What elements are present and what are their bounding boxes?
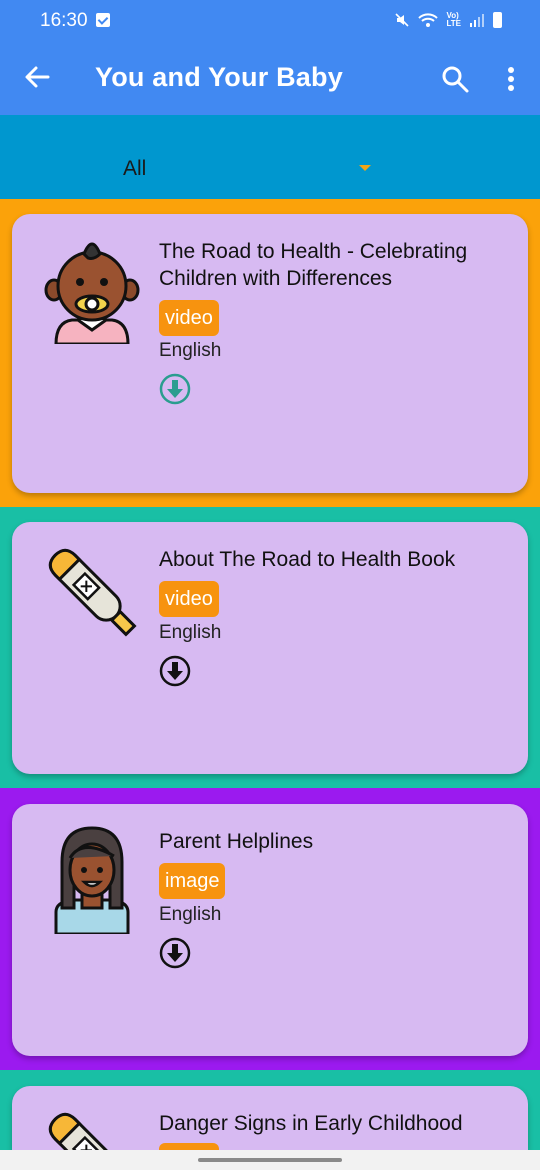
category-dropdown[interactable]: All [123, 157, 146, 181]
lte-bottom: LTE [446, 19, 461, 28]
battery-icon [493, 12, 502, 28]
notification-check-icon [96, 13, 110, 27]
language-label: English [159, 340, 222, 361]
language-label: English [159, 622, 222, 643]
content-card[interactable]: Parent Helplines image English [12, 804, 528, 1056]
system-nav-bar [0, 1150, 540, 1170]
thermometer-icon [48, 548, 137, 637]
content-card[interactable]: Danger Signs in Early Childhood video [12, 1086, 528, 1150]
filter-bar: All [0, 115, 540, 199]
back-arrow-icon[interactable] [22, 62, 52, 92]
download-icon[interactable] [159, 655, 191, 687]
lte-indicator: Vo) LTE [446, 12, 461, 28]
search-icon[interactable] [440, 64, 470, 94]
parent-avatar-icon [54, 826, 130, 934]
card-title: About The Road to Health Book [159, 548, 456, 571]
wifi-icon [418, 13, 439, 27]
type-badge: video [159, 1143, 219, 1150]
system-icons: Vo) LTE [394, 12, 502, 28]
app-bar: You and Your Baby [0, 42, 540, 115]
signal-icon [470, 14, 484, 27]
card-title: The Road to Health - Celebrating Childre… [159, 240, 468, 290]
content-card[interactable]: About The Road to Health Book video Engl… [12, 522, 528, 774]
download-icon[interactable] [159, 937, 191, 969]
baby-avatar-icon [44, 242, 140, 344]
card-title: Danger Signs in Early Childhood [159, 1112, 463, 1135]
download-icon[interactable] [159, 373, 191, 405]
status-bar: 16:30 Vo) LTE [0, 0, 540, 42]
language-label: English [159, 904, 222, 925]
dropdown-caret-icon[interactable] [359, 165, 371, 171]
content-card[interactable]: The Road to Health - Celebrating Childre… [12, 214, 528, 493]
thermometer-icon [48, 1112, 122, 1150]
home-gesture-handle[interactable] [198, 1158, 342, 1162]
type-badge: video [159, 300, 219, 336]
mute-icon [395, 13, 410, 27]
type-badge: video [159, 581, 219, 617]
card-title: Parent Helplines [159, 830, 314, 853]
type-badge: image [159, 863, 226, 899]
more-options-icon[interactable] [498, 64, 524, 94]
status-time: 16:30 [40, 10, 88, 31]
page-title: You and Your Baby [95, 62, 343, 92]
